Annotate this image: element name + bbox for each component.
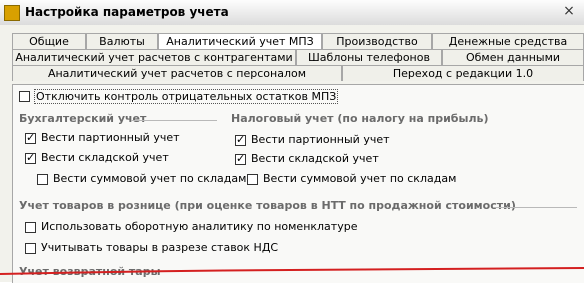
tab-data-exchange[interactable]: Обмен данными (442, 49, 584, 65)
tax-section-title: Налоговый учет (по налогу на прибыль) (231, 112, 489, 125)
window-title: Настройка параметров учета (25, 5, 229, 19)
retail-turnover-checkbox[interactable] (25, 222, 36, 233)
annotation-underline (0, 267, 584, 275)
disable-negative-check-checkbox[interactable] (19, 91, 30, 102)
tab-production[interactable]: Производство (322, 33, 432, 49)
retail-vat-rates-checkbox[interactable] (25, 243, 36, 254)
tax-sum-by-warehouse-label: Вести суммовой учет по складам (263, 172, 457, 185)
close-icon[interactable]: × (560, 2, 578, 20)
tab-currencies[interactable]: Валюты (86, 33, 158, 49)
accounting-section-divider (131, 120, 217, 121)
tax-batch-label: Вести партионный учет (251, 133, 390, 146)
tab-counterparty-analytics[interactable]: Аналитический учет расчетов с контрагент… (12, 49, 296, 65)
tax-warehouse-label: Вести складской учет (251, 152, 379, 165)
window-titlebar: Настройка параметров учета × (0, 0, 584, 26)
accounting-batch-checkbox[interactable] (25, 131, 36, 144)
tab-cash[interactable]: Денежные средства (432, 33, 584, 49)
accounting-warehouse-checkbox[interactable] (25, 151, 36, 164)
tab-general[interactable]: Общие (12, 33, 86, 49)
accounting-sum-by-warehouse-checkbox[interactable] (37, 174, 48, 185)
tab-inventory-analytics[interactable]: Аналитический учет МПЗ (158, 33, 322, 50)
tab-phone-templates[interactable]: Шаблоны телефонов (296, 49, 442, 65)
tax-sum-by-warehouse-checkbox[interactable] (247, 174, 258, 185)
tax-batch-checkbox[interactable] (235, 133, 246, 146)
accounting-sum-by-warehouse-label: Вести суммовой учет по складам (53, 172, 247, 185)
retail-vat-rates-label: Учитывать товары в разрезе ставок НДС (41, 241, 279, 254)
tab-personnel-analytics[interactable]: Аналитический учет расчетов с персоналом (12, 65, 342, 81)
retail-section-title: Учет товаров в рознице (при оценке товар… (19, 199, 516, 212)
annotation-underline-stroke (0, 267, 584, 275)
tax-warehouse-checkbox[interactable] (235, 152, 246, 165)
accounting-section-title: Бухгалтерский учет (19, 112, 147, 125)
tab-content: Отключить контроль отрицательных остатко… (12, 84, 584, 283)
accounting-batch-label: Вести партионный учет (41, 131, 180, 144)
retail-section-divider (493, 207, 577, 208)
disable-negative-check-label[interactable]: Отключить контроль отрицательных остатко… (34, 89, 339, 104)
settings-window-icon (4, 5, 20, 21)
tab-migration[interactable]: Переход с редакции 1.0 (342, 65, 584, 81)
retail-turnover-label: Использовать оборотную аналитику по номе… (41, 220, 358, 233)
accounting-warehouse-label: Вести складской учет (41, 151, 169, 164)
